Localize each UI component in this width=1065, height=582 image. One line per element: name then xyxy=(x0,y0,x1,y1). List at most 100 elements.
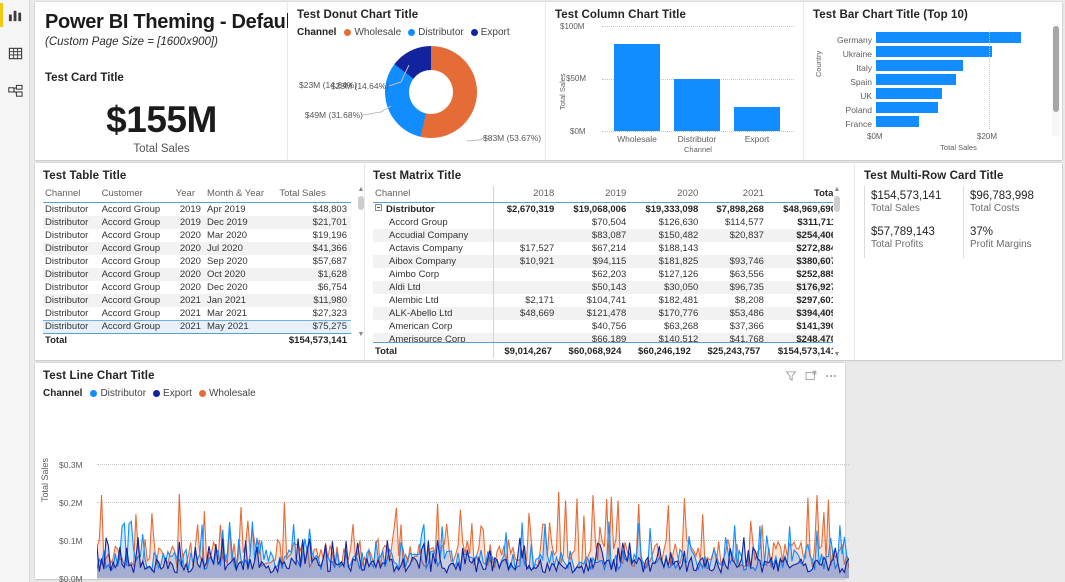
matrix-col-2018[interactable]: 2018 xyxy=(492,186,560,203)
table-cell: $1,628 xyxy=(317,269,347,280)
matrix-row[interactable]: American Corp $40,756 $63,268 $37,366 $141,3… xyxy=(373,320,841,333)
bar-value-ukraine[interactable] xyxy=(876,46,992,57)
legend-item-distributor[interactable]: Distributor xyxy=(408,27,464,38)
matrix-scroll-thumb[interactable] xyxy=(834,196,840,212)
table-row[interactable]: Distributor Accord Group 2019 Dec 2019 $21,7… xyxy=(43,216,351,229)
matrix-row[interactable]: Distributor $2,670,319 $19,068,006 $19,333,… xyxy=(373,202,841,216)
matrix-col-2019[interactable]: 2019 xyxy=(559,186,632,203)
matrix-col-2021[interactable]: 2021 xyxy=(703,186,769,203)
table-cell: Accord Group xyxy=(101,321,161,332)
bar-value-italy[interactable] xyxy=(876,60,963,71)
donut-ring[interactable] xyxy=(385,46,477,138)
donut-chart-title: Test Donut Chart Title xyxy=(297,9,419,21)
column-bar-distributor[interactable] xyxy=(674,79,720,131)
legend-dot-wholesale xyxy=(344,29,352,36)
table-scroll-down-icon[interactable]: ▼ xyxy=(357,331,365,338)
filter-icon[interactable] xyxy=(785,370,797,382)
table-cell: 2019 xyxy=(179,217,201,228)
matrix-row-label: American Corp xyxy=(389,321,453,332)
table-visual[interactable]: Test Table Title Channel Customer Year M… xyxy=(35,163,365,360)
bar-chart-visual[interactable]: Test Bar Chart Title (Top 10) Country Ge… xyxy=(804,2,1062,160)
table-row[interactable]: Distributor Accord Group 2020 Jul 2020 $41,3… xyxy=(43,242,351,255)
table-row[interactable]: Distributor Accord Group 2019 Apr 2019 $48,8… xyxy=(43,203,351,217)
matrix-row[interactable]: Actavis Company $17,527 $67,214 $188,143 $27… xyxy=(373,242,841,255)
bar-value-uk[interactable] xyxy=(876,88,942,99)
table-row[interactable]: Distributor Accord Group 2020 Sep 2020 $57,6… xyxy=(43,255,351,268)
matrix-scroll-up-icon[interactable]: ▲ xyxy=(833,186,841,193)
bar-chart-scroll-thumb[interactable] xyxy=(1053,26,1059,112)
column-ytick-50: $50M xyxy=(566,74,587,83)
expand-collapse-icon[interactable] xyxy=(375,204,382,211)
matrix-col-channel[interactable]: Channel xyxy=(373,186,493,203)
bar-value-spain[interactable] xyxy=(876,74,956,85)
matrix-row[interactable]: Accord Group $70,504 $126,630 $114,577 $311,… xyxy=(373,216,841,229)
table-col-customer[interactable]: Customer xyxy=(99,186,174,203)
matrix-row[interactable]: ALK-Abello Ltd $48,669 $121,478 $170,776 $53… xyxy=(373,307,841,320)
bar-chart-scrollbar[interactable] xyxy=(1052,24,1060,136)
table-row[interactable]: Distributor Accord Group 2021 Mar 2021 $27,3… xyxy=(43,307,351,320)
table-cell: $27,323 xyxy=(312,308,347,319)
matrix-scrollbar[interactable]: ▲ ▼ xyxy=(833,186,841,358)
line-ytick-00: $0.0M xyxy=(59,574,83,582)
sidebar-item-report-view[interactable] xyxy=(0,0,30,30)
table-cell: $6,754 xyxy=(317,282,347,293)
more-options-icon[interactable] xyxy=(825,370,837,382)
table-col-monthyear[interactable]: Month & Year xyxy=(204,186,278,203)
matrix-scroll-down-icon[interactable]: ▼ xyxy=(833,351,841,358)
legend-item-wholesale[interactable]: Wholesale xyxy=(344,27,401,38)
table-cell: Distributor xyxy=(45,295,89,306)
bar-value-poland[interactable] xyxy=(876,102,938,113)
line-chart-visual[interactable]: Test Line Chart Title Channel Distributo… xyxy=(35,363,849,582)
multirow-card-visual[interactable]: Test Multi-Row Card Title $154,573,141 T… xyxy=(855,163,1062,360)
sidebar-item-model-view[interactable] xyxy=(0,76,30,106)
matrix-row[interactable]: Accudial Company $83,087 $150,482 $20,837 $2… xyxy=(373,229,841,242)
table-cell: $19,196 xyxy=(312,230,347,241)
table-cell: Distributor xyxy=(45,217,89,228)
bar-value-germany[interactable] xyxy=(876,32,1021,43)
column-bar-export[interactable] xyxy=(734,107,780,131)
matrix-cell xyxy=(492,229,560,242)
table-col-year[interactable]: Year xyxy=(173,186,205,203)
matrix-row-label: Actavis Company xyxy=(389,243,463,254)
sidebar-item-data-view[interactable] xyxy=(0,38,30,68)
matrix-cell: $10,921 xyxy=(492,255,560,268)
table-cell: $21,701 xyxy=(312,217,347,228)
bar-cat-italy: Italy xyxy=(856,63,872,73)
table-scroll-up-icon[interactable]: ▲ xyxy=(357,186,365,193)
table-cell: Accord Group xyxy=(101,204,161,215)
focus-mode-icon[interactable] xyxy=(805,370,817,382)
table-row[interactable]: Distributor Accord Group 2021 Jan 2021 $11,9… xyxy=(43,294,351,307)
table-cell: Distributor xyxy=(45,282,89,293)
legend-item-export[interactable]: Export xyxy=(470,27,510,38)
matrix-cell: $50,143 xyxy=(591,282,627,293)
column-chart-visual[interactable]: Test Column Chart Title Total Sales $100… xyxy=(546,2,804,160)
donut-chart-visual[interactable]: Test Donut Chart Title Channel Wholesale… xyxy=(288,2,546,160)
matrix-row[interactable]: Alembic Ltd $2,171 $104,741 $182,481 $8,208 $… xyxy=(373,294,841,307)
rail-divider-2 xyxy=(0,68,29,76)
bar-gridline-20m xyxy=(989,30,990,129)
matrix-row[interactable]: Aimbo Corp $62,203 $127,126 $63,556 $252,885 xyxy=(373,268,841,281)
table-cell: Distributor xyxy=(45,204,89,215)
bar-value-france[interactable] xyxy=(876,116,919,127)
table-total-value: $154,573,141 xyxy=(277,333,351,347)
matrix-row[interactable]: Aldi Ltd $50,143 $30,050 $96,735 $176,927 xyxy=(373,281,841,294)
matrix-col-total[interactable]: Total xyxy=(768,186,841,203)
line-series-canvas[interactable] xyxy=(97,448,849,578)
table-col-totalsales[interactable]: Total Sales xyxy=(277,186,351,203)
table-row[interactable]: Distributor Accord Group 2020 Dec 2020 $6,75… xyxy=(43,281,351,294)
matrix-row[interactable]: Aibox Company $10,921 $94,115 $181,825 $93,7… xyxy=(373,255,841,268)
table-col-channel[interactable]: Channel xyxy=(43,186,100,203)
matrix-cell: $380,607 xyxy=(796,256,836,267)
matrix-col-2020[interactable]: 2020 xyxy=(631,186,704,203)
matrix-cell: $67,214 xyxy=(591,243,627,254)
table-scrollbar[interactable]: ▲ ▼ xyxy=(357,186,365,338)
column-bar-wholesale[interactable] xyxy=(614,44,660,131)
table-row[interactable]: Distributor Accord Group 2020 Oct 2020 $1,62… xyxy=(43,268,351,281)
matrix-cell: $20,837 xyxy=(729,230,764,241)
column-xtick-wholesale: Wholesale xyxy=(617,134,657,144)
table-row[interactable]: Distributor Accord Group 2020 Mar 2020 $19,1… xyxy=(43,229,351,242)
table-scroll-thumb[interactable] xyxy=(358,196,364,210)
matrix-visual[interactable]: Test Matrix Title Channel 2018 2019 2020… xyxy=(365,163,855,360)
table-row[interactable]: Distributor Accord Group 2021 May 2021 $75,2… xyxy=(43,320,351,334)
mrc-label-total-profits: Total Profits xyxy=(871,239,924,250)
